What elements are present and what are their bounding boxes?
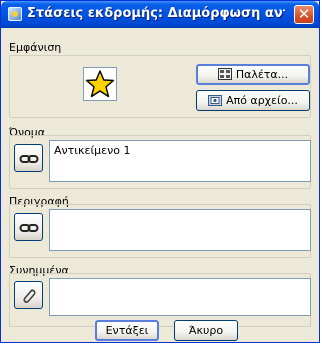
cancel-button-label: Άκυρο (188, 324, 224, 337)
close-button[interactable]: ✕ (294, 5, 314, 24)
description-link-button[interactable] (14, 213, 43, 241)
ok-button[interactable]: Εντάξει (95, 320, 159, 341)
dialog-window: Στάσεις εκδρομής: Διαμόρφωση αντικει... … (0, 0, 320, 343)
chain-link-icon (19, 155, 39, 163)
ok-button-label: Εντάξει (105, 324, 149, 337)
close-icon: ✕ (297, 5, 311, 23)
app-icon (8, 7, 22, 21)
appearance-label: Εμφάνιση (9, 41, 62, 54)
cancel-button[interactable]: Άκυρο (174, 320, 238, 341)
attachments-input[interactable] (49, 278, 311, 316)
chain-link-icon (19, 224, 39, 232)
palette-button-label: Παλέτα... (235, 68, 289, 81)
appearance-preview[interactable] (83, 67, 117, 101)
palette-button[interactable]: Παλέτα... (196, 64, 310, 85)
folder-image-icon (208, 95, 223, 106)
star-icon (85, 70, 115, 98)
attachments-button[interactable] (14, 281, 43, 309)
palette-icon (217, 68, 232, 80)
paperclip-icon (23, 289, 36, 303)
from-file-button[interactable]: Από αρχείο... (196, 90, 310, 111)
name-link-button[interactable] (14, 144, 43, 172)
window-title: Στάσεις εκδρομής: Διαμόρφωση αντικει... (27, 6, 285, 21)
from-file-button-label: Από αρχείο... (226, 94, 298, 107)
name-input[interactable]: Αντικείμενο 1 (49, 140, 311, 182)
title-bar[interactable]: Στάσεις εκδρομής: Διαμόρφωση αντικει... … (1, 1, 319, 28)
description-input[interactable] (49, 209, 311, 251)
